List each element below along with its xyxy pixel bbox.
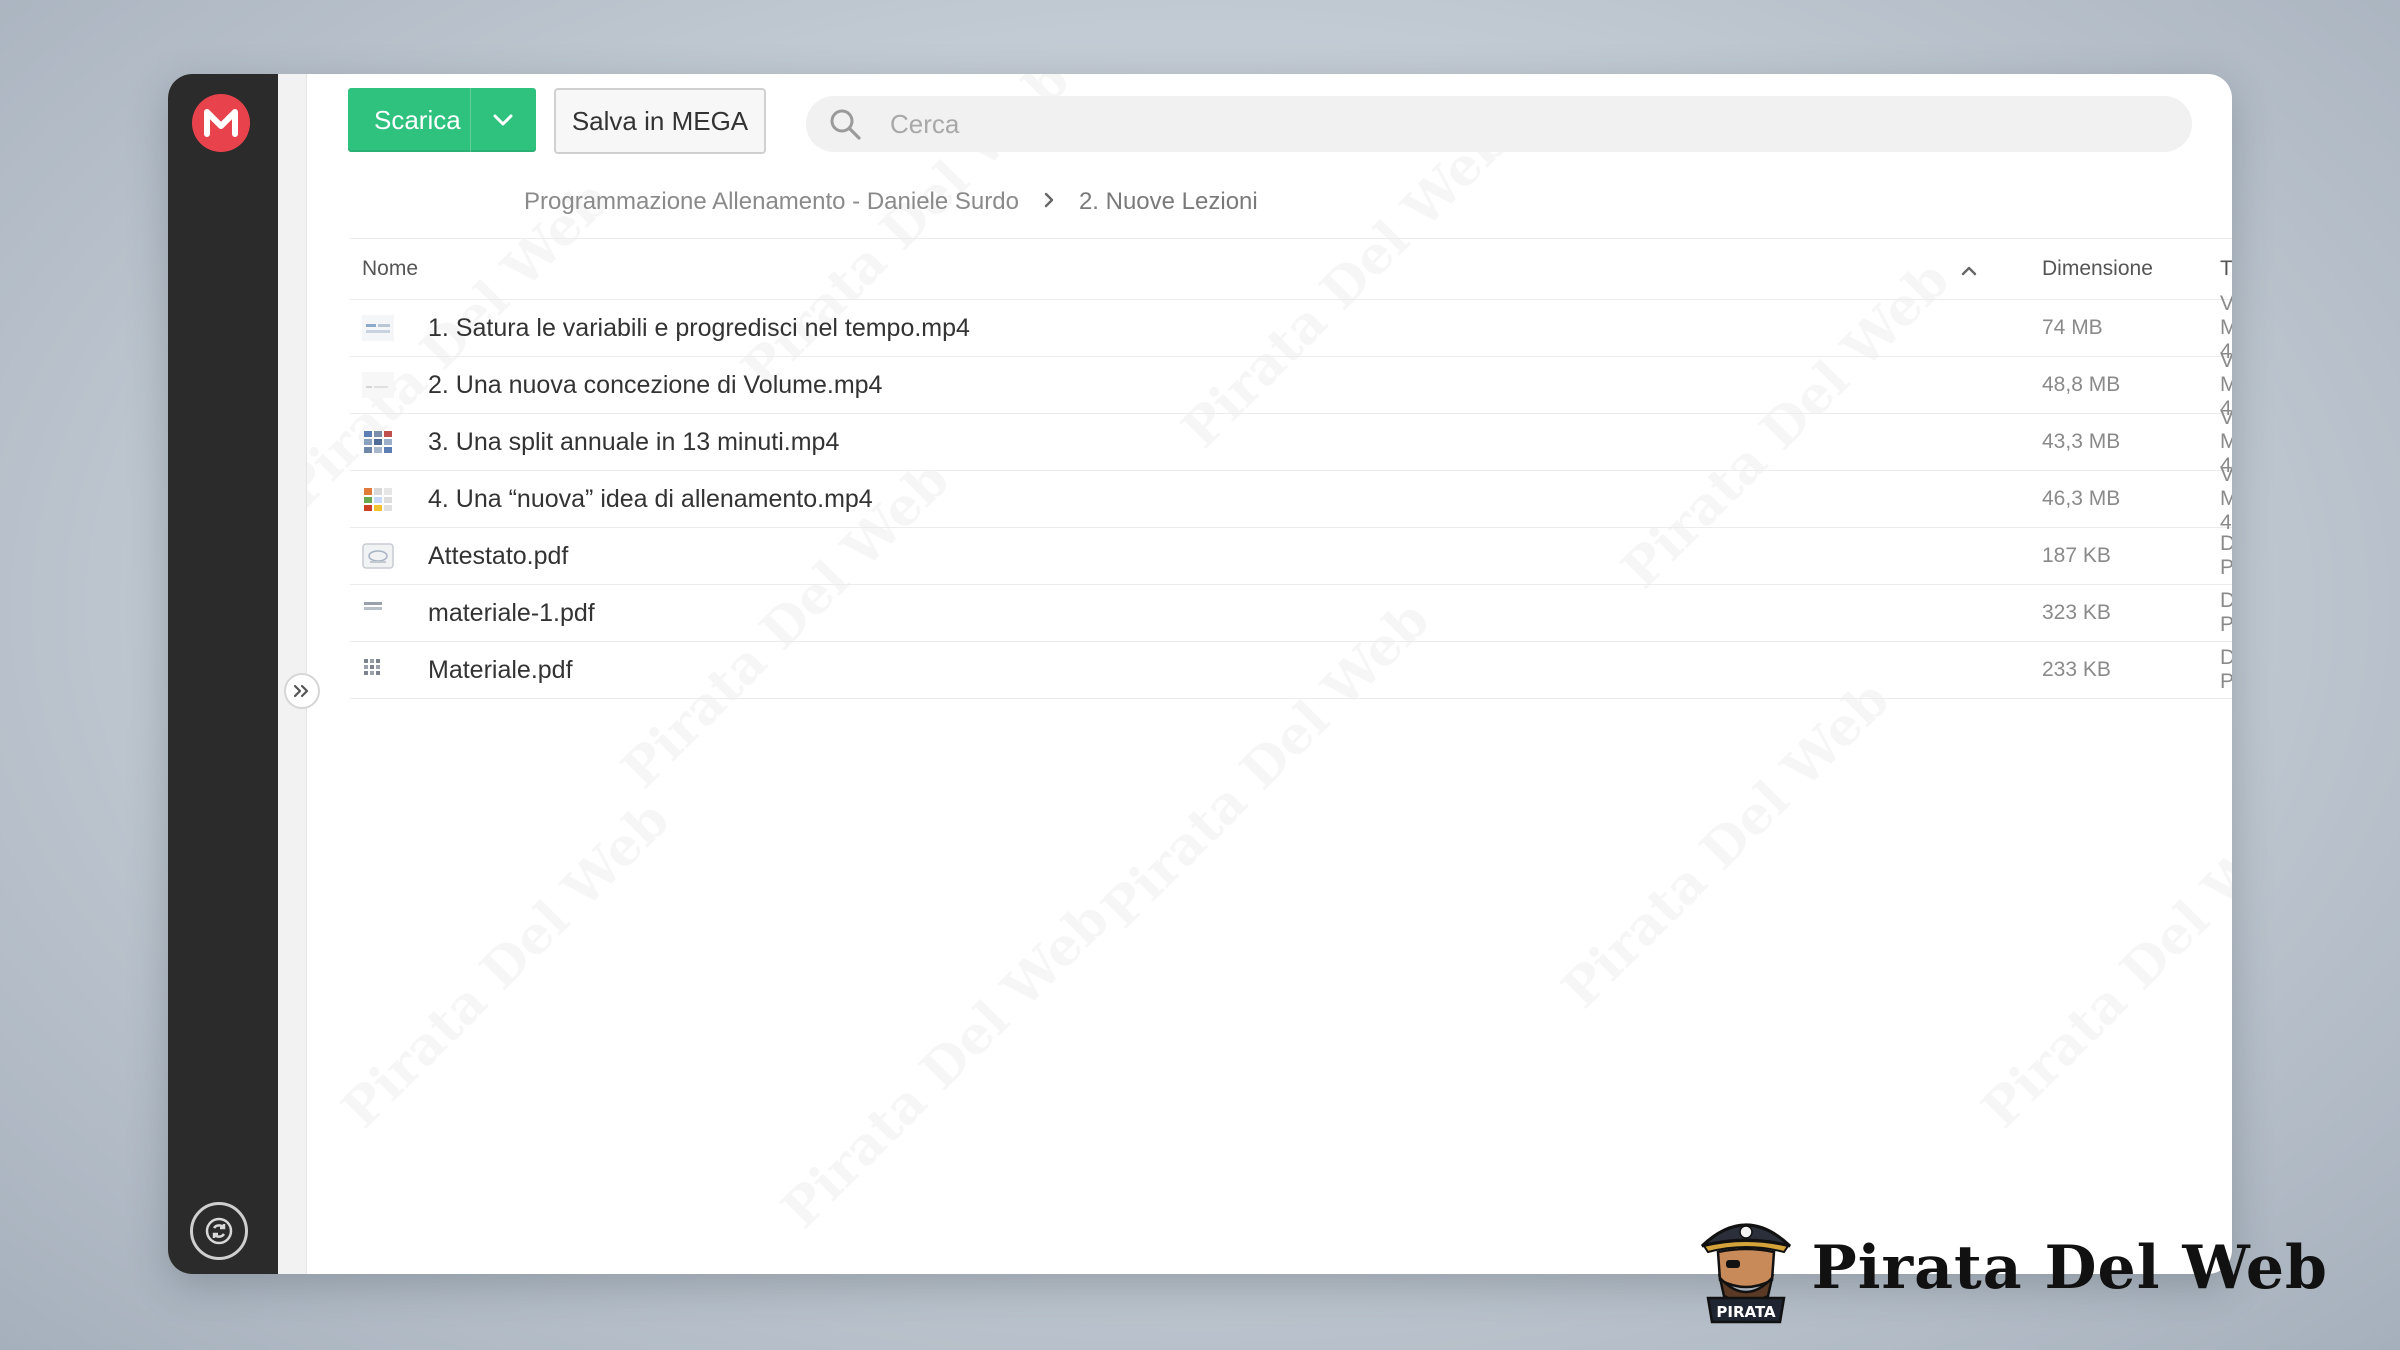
sync-icon[interactable] — [190, 1202, 248, 1260]
file-size: 233 KB — [2042, 658, 2111, 681]
file-size: 74 MB — [2042, 316, 2103, 339]
video-thumbnail-icon — [364, 431, 392, 453]
double-chevron-right-icon[interactable] — [284, 673, 320, 709]
search-icon — [828, 106, 864, 142]
chevron-down-icon[interactable] — [470, 88, 535, 152]
pdf-thumbnail-icon — [364, 602, 382, 610]
file-size: 48,8 MB — [2042, 373, 2121, 396]
breadcrumb-parent[interactable]: Programmazione Allenamento - Daniele Sur… — [524, 188, 1019, 216]
mega-window: Pirata Del Web Pirata Del Web Pirata Del… — [168, 74, 2232, 1274]
watermark-text: Pirata Del Web — [1811, 1233, 2328, 1303]
table-row[interactable]: Attestato.pdf 187 KB Documento PDF — [350, 528, 2232, 585]
table-row[interactable]: Materiale.pdf 233 KB Documento PDF — [350, 642, 2232, 699]
save-to-mega-button[interactable]: Salva in MEGA — [554, 88, 766, 154]
watermark-faint: Pirata Del Web — [1550, 669, 1901, 1020]
file-type: Documento PDF — [2220, 589, 2232, 636]
file-size: 46,3 MB — [2042, 487, 2121, 510]
chevron-up-icon[interactable] — [1960, 259, 1978, 283]
file-table: Nome Dimensione Tipo 1. Satura le variab… — [350, 238, 2232, 699]
file-name: 2. Una nuova concezione di Volume.mp4 — [428, 370, 883, 399]
file-name: Attestato.pdf — [428, 541, 569, 570]
chevron-right-icon — [1043, 189, 1055, 215]
video-thumbnail-icon — [362, 372, 394, 398]
file-name: 4. Una “nuova” idea di allenamento.mp4 — [428, 484, 873, 513]
pirate-badge-text: PIRATA — [1716, 1303, 1776, 1321]
file-name: Materiale.pdf — [428, 655, 573, 684]
pdf-thumbnail-icon — [362, 543, 394, 569]
column-header-size[interactable]: Dimensione — [2042, 257, 2153, 281]
search-bar — [806, 96, 2192, 152]
pirata-del-web-watermark: PIRATA Pirata Del Web — [1694, 1210, 2328, 1326]
file-name: 3. Una split annuale in 13 minuti.mp4 — [428, 427, 840, 456]
table-row[interactable]: 1. Satura le variabili e progredisci nel… — [350, 292, 2232, 363]
file-size: 187 KB — [2042, 544, 2111, 567]
file-type: Documento PDF — [2220, 646, 2232, 693]
table-row[interactable]: materiale-1.pdf 323 KB Documento PDF — [350, 585, 2232, 642]
watermark-faint: Pirata Del Web — [770, 889, 1121, 1240]
table-row[interactable]: 2. Una nuova concezione di Volume.mp4 48… — [350, 349, 2232, 420]
video-thumbnail-icon — [362, 315, 394, 341]
file-name: materiale-1.pdf — [428, 598, 595, 627]
video-thumbnail-icon — [364, 488, 392, 511]
search-input[interactable] — [888, 107, 2092, 141]
pirate-mascot-icon: PIRATA — [1700, 1223, 1791, 1324]
column-header-type[interactable]: Tipo — [2220, 257, 2232, 281]
mega-logo-icon[interactable] — [192, 94, 250, 152]
file-name: 1. Satura le variabili e progredisci nel… — [428, 313, 970, 342]
pdf-thumbnail-icon — [364, 659, 380, 675]
file-type: Documento PDF — [2220, 532, 2232, 579]
table-row[interactable]: 4. Una “nuova” idea di allenamento.mp4 4… — [350, 463, 2232, 534]
download-button-label: Scarica — [374, 104, 461, 135]
column-header-name[interactable]: Nome — [362, 257, 418, 281]
table-row[interactable]: 3. Una split annuale in 13 minuti.mp4 43… — [350, 406, 2232, 477]
breadcrumb-current: 2. Nuove Lezioni — [1078, 188, 1258, 215]
watermark-faint: Pirata Del Web — [330, 789, 681, 1140]
file-type: Video MPEG-4 — [2220, 463, 2232, 534]
watermark-faint: Pirata Del Web — [1970, 789, 2232, 1140]
file-size: 43,3 MB — [2042, 430, 2121, 453]
table-header: Nome Dimensione Tipo — [350, 238, 2232, 300]
sidebar — [168, 74, 278, 1274]
file-size: 323 KB — [2042, 601, 2111, 624]
breadcrumb: Programmazione Allenamento - Daniele Sur… — [524, 180, 1258, 224]
download-button[interactable]: Scarica — [348, 88, 536, 152]
